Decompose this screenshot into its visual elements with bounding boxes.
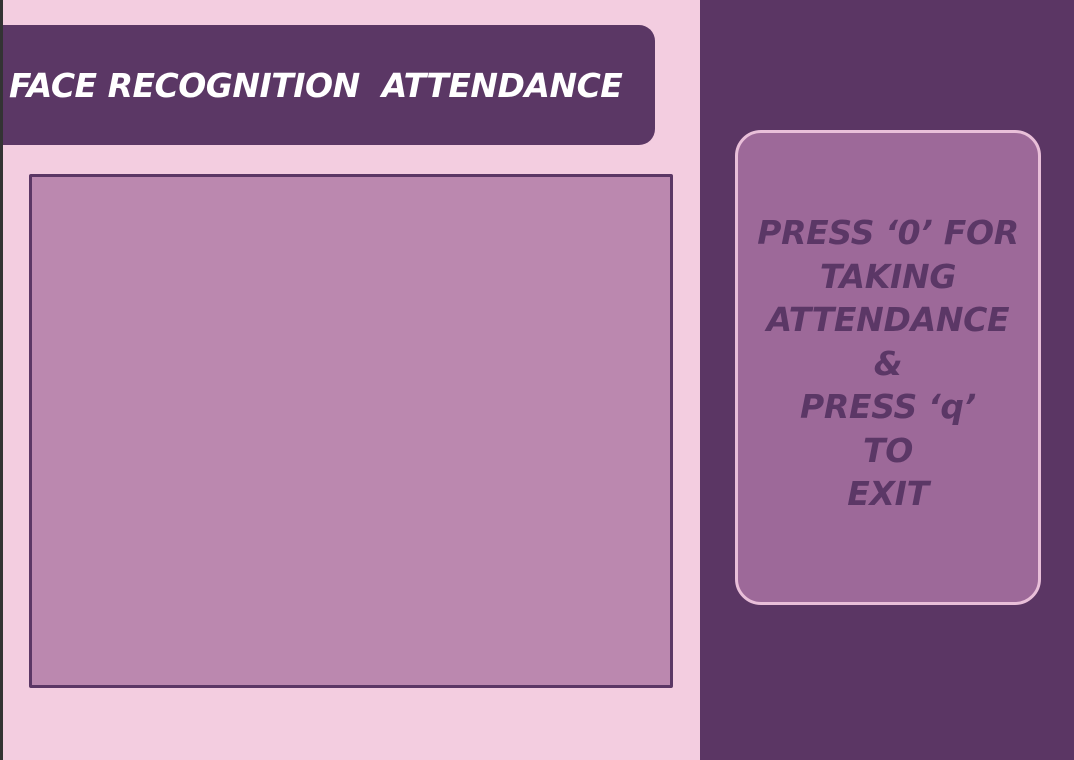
camera-feed-frame (29, 174, 673, 688)
instruction-line-exit: EXIT (847, 474, 929, 513)
instruction-card: PRESS ‘0’ FOR TAKING ATTENDANCE & PRESS … (735, 130, 1041, 605)
instruction-line-attendance: ATTENDANCE (766, 300, 1010, 339)
instruction-line-press-0: PRESS ‘0’ FOR (757, 213, 1019, 252)
instruction-text: PRESS ‘0’ FOR TAKING ATTENDANCE & PRESS … (738, 211, 1038, 516)
instruction-line-to: TO (863, 430, 913, 470)
title-banner: FACE RECOGNITION ATTENDANCE (3, 25, 655, 145)
app-title: FACE RECOGNITION ATTENDANCE (9, 65, 623, 105)
instruction-line-press-q: PRESS ‘q’ (800, 387, 976, 426)
instruction-line-ampersand: & (873, 343, 903, 383)
instruction-line-taking: TAKING (819, 256, 957, 296)
